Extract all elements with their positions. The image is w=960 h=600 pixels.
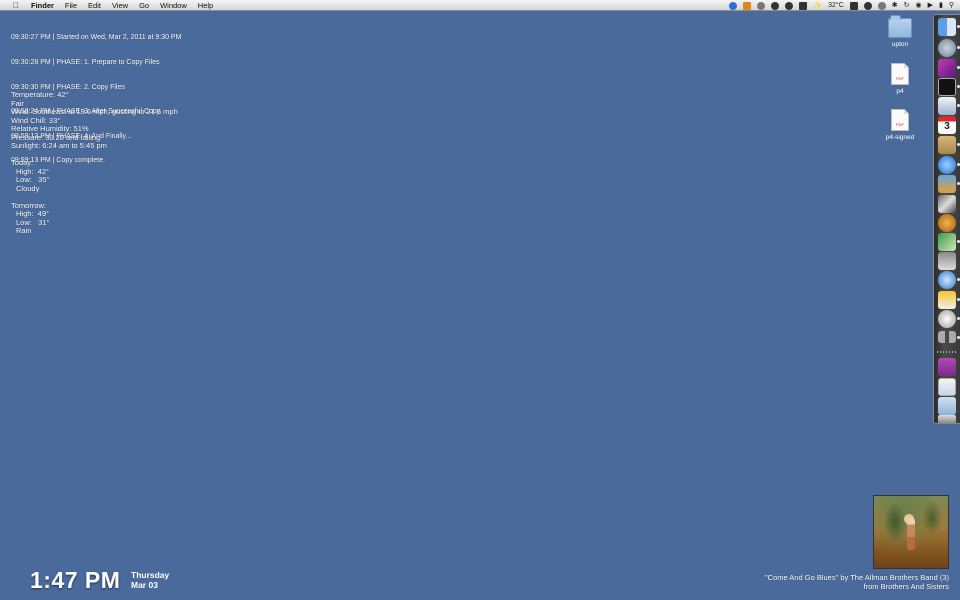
menu-extras: ✨ 32°C ✱ ↻ ◉ ▶ ▮ ⚲ — [729, 0, 954, 11]
photo-viewer-icon[interactable] — [938, 233, 956, 251]
weather-widget: Temperature: 42° Fair Wind: Southeast at… — [11, 90, 178, 236]
acorn-icon[interactable] — [938, 214, 956, 232]
finder-icon[interactable] — [938, 18, 956, 36]
text-editor-icon[interactable] — [938, 97, 956, 115]
forecast-tomorrow-condition: Rain — [16, 226, 32, 235]
safari-icon[interactable] — [938, 271, 956, 289]
utility-icon[interactable] — [938, 195, 956, 213]
clock-time: 1:47 PM — [30, 567, 121, 593]
bluetooth-icon[interactable]: ✱ — [892, 0, 898, 11]
menu-view[interactable]: View — [106, 0, 133, 11]
spotlight-search-icon[interactable]: ⚲ — [949, 0, 954, 11]
menu-extra-dropbox-icon[interactable] — [785, 1, 794, 10]
glasses-icon[interactable] — [938, 331, 956, 343]
diagnostics-icon[interactable] — [938, 310, 956, 328]
menu-file[interactable]: File — [59, 0, 82, 11]
folder-icon — [888, 15, 912, 38]
forecast-today-condition: Cloudy — [16, 183, 40, 193]
transmit-icon[interactable] — [938, 291, 956, 309]
itunes-icon[interactable] — [938, 156, 956, 174]
desktop-item-p4[interactable]: PDF p4 — [876, 63, 924, 96]
desktop-item-upton[interactable]: upton — [876, 15, 924, 49]
weather-sunlight: Sunlight: 6:24 am to 5:45 pm — [11, 141, 107, 150]
menu-bar:  Finder File Edit View Go Window Help ✨… — [0, 0, 960, 11]
now-playing-track: "Come And Go Blues" by The Allman Brothe… — [764, 573, 949, 582]
menu-extra-sync-icon[interactable] — [757, 1, 766, 10]
desktop-item-label: p4-signed — [885, 134, 915, 141]
document-icon: PDF — [891, 109, 909, 131]
document-icon: PDF — [891, 63, 909, 85]
weather-temperature: Temperature: 42° — [11, 90, 69, 99]
menu-extra-app-icon[interactable] — [729, 1, 738, 10]
iphoto-icon[interactable] — [938, 175, 956, 193]
clock-day: Mar 03 — [131, 580, 158, 590]
now-playing: "Come And Go Blues" by The Allman Brothe… — [765, 573, 949, 591]
clock-date: Thursday Mar 03 — [131, 570, 169, 590]
menu-help[interactable]: Help — [192, 0, 218, 11]
menu-extra-gear-icon[interactable] — [771, 1, 780, 10]
trash-icon[interactable] — [938, 415, 956, 423]
sync-icon[interactable]: ↻ — [904, 0, 910, 11]
system-preferences-icon[interactable] — [938, 39, 956, 57]
temperature-readout[interactable]: 32°C — [828, 0, 844, 11]
menu-extra-script-icon[interactable] — [799, 1, 808, 10]
terminal-icon[interactable] — [938, 78, 956, 96]
menu-extra-wrench-icon[interactable]: ✨ — [813, 0, 822, 11]
log-line: 09:30:28 PM | PHASE: 1. Prepare to Copy … — [11, 59, 160, 67]
clock-weekday: Thursday — [131, 570, 170, 580]
menu-extra-info-icon[interactable] — [863, 1, 872, 10]
desktop-item-p4-signed[interactable]: PDF p4-signed — [876, 109, 924, 142]
app-folder-icon[interactable] — [938, 358, 956, 376]
menu-edit[interactable]: Edit — [83, 0, 107, 11]
folder-icon[interactable] — [938, 397, 956, 415]
desktop-item-label: p4 — [896, 88, 904, 95]
calendar-icon[interactable]: 3 — [938, 116, 956, 134]
menu-go[interactable]: Go — [134, 0, 155, 11]
documents-icon[interactable] — [938, 378, 956, 396]
apple-icon[interactable]:  — [9, 1, 23, 10]
menu-extra-monitor-icon[interactable] — [849, 1, 858, 10]
menu-extra-notes-icon[interactable] — [743, 1, 752, 10]
now-playing-album: from Brothers And Sisters — [863, 582, 949, 591]
menu-extra-time-machine-icon[interactable] — [877, 1, 886, 10]
photo-app-icon[interactable] — [938, 59, 956, 77]
wifi-icon[interactable]: ◉ — [916, 0, 922, 11]
forecast-tomorrow-low: Low: 31° — [16, 217, 50, 227]
log-line: 09:30:27 PM | Started on Wed, Mar 2, 201… — [11, 34, 182, 42]
menu-window[interactable]: Window — [155, 0, 193, 11]
notes-icon[interactable] — [938, 136, 956, 154]
album-art-image — [873, 495, 949, 569]
menu-finder[interactable]: Finder — [23, 0, 59, 11]
volume-icon[interactable]: ▶ — [928, 0, 933, 11]
desktop-item-label: upton — [891, 41, 909, 48]
dock: 3 — [933, 14, 960, 424]
battery-icon[interactable]: ▮ — [939, 0, 943, 11]
screen-sharing-icon[interactable] — [938, 252, 956, 270]
